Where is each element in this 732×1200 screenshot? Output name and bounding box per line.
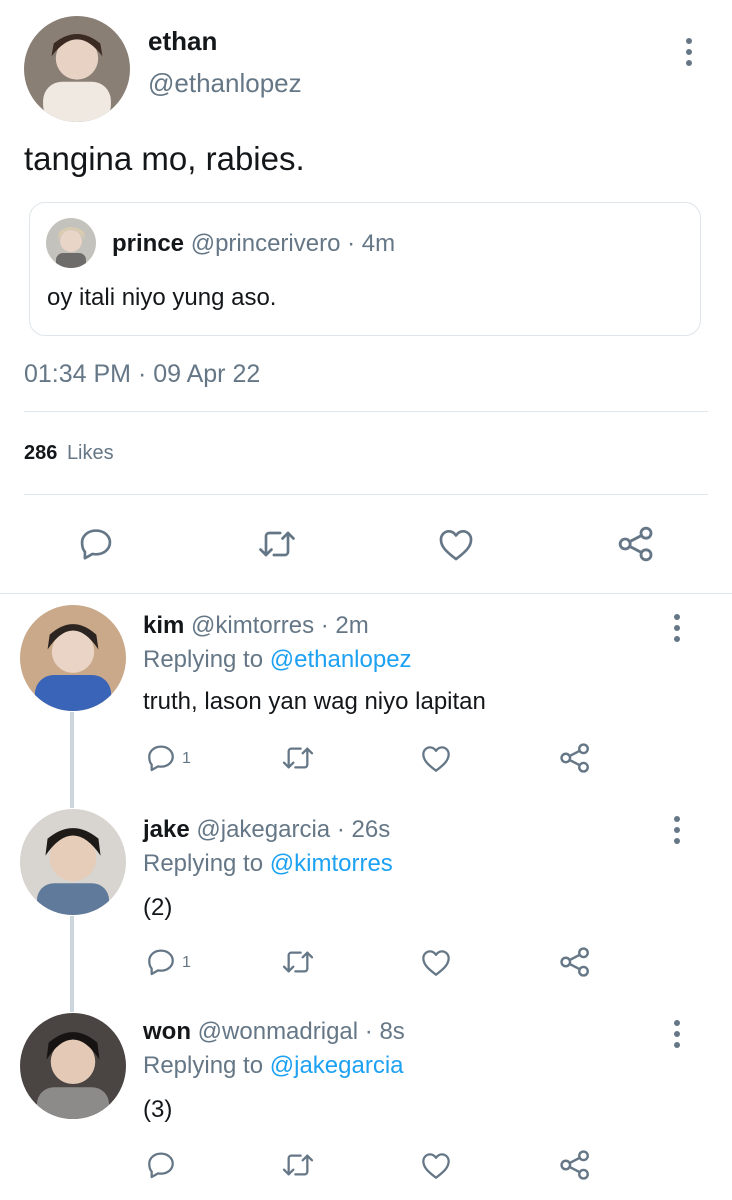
reply-avatar[interactable]	[20, 809, 126, 915]
reply-icon[interactable]	[145, 946, 177, 978]
author-handle[interactable]: @ethanlopez	[148, 68, 302, 99]
replying-to-link[interactable]: @jakegarcia	[270, 1052, 404, 1079]
reply-header: jake @jakegarcia · 26s	[143, 816, 390, 844]
more-options-icon[interactable]	[672, 614, 682, 642]
likes-count: 286	[24, 442, 58, 464]
replying-to-label: Replying to	[143, 1052, 264, 1079]
reply-header: won @wonmadrigal · 8s	[143, 1018, 405, 1046]
reply-author-name[interactable]: kim	[143, 612, 184, 639]
likes-stat[interactable]: 286 Likes	[24, 442, 114, 465]
retweet-icon[interactable]	[279, 946, 317, 978]
divider	[24, 494, 708, 495]
reply-avatar[interactable]	[20, 1013, 126, 1119]
quote-avatar	[46, 218, 96, 268]
reply-time: 8s	[379, 1018, 405, 1045]
reply-time: 26s	[351, 816, 391, 843]
reply-separator: ·	[336, 816, 345, 843]
reply-header: kim @kimtorres · 2m	[143, 612, 369, 640]
share-icon[interactable]	[558, 741, 592, 775]
share-icon[interactable]	[558, 1148, 592, 1182]
thread-line	[70, 916, 74, 1012]
reply-text: truth, lason yan wag niyo lapitan	[143, 688, 486, 715]
more-options-icon[interactable]	[672, 1020, 682, 1048]
quote-text: oy itali niyo yung aso.	[47, 284, 277, 311]
reply-avatar[interactable]	[20, 605, 126, 711]
reply-author-name[interactable]: won	[143, 1018, 191, 1045]
replying-to-label: Replying to	[143, 850, 264, 877]
quote-separator: ·	[347, 230, 356, 257]
more-options-icon[interactable]	[672, 816, 682, 844]
tweet-timestamp[interactable]: 01:34 PM · 09 Apr 22	[24, 360, 260, 389]
replying-to-label: Replying to	[143, 646, 264, 673]
replying-to-link[interactable]: @kimtorres	[270, 850, 393, 877]
more-options-icon[interactable]	[684, 38, 694, 66]
author-avatar[interactable]	[24, 16, 130, 122]
reply-count: 1	[182, 750, 191, 767]
share-icon[interactable]	[558, 945, 592, 979]
likes-label: Likes	[66, 442, 114, 464]
replying-to-link[interactable]: @ethanlopez	[270, 646, 412, 673]
retweet-icon[interactable]	[279, 1149, 317, 1181]
reply-separator: ·	[364, 1018, 373, 1045]
tweet-text: tangina mo, rabies.	[24, 140, 305, 177]
reply-text: (3)	[143, 1096, 173, 1123]
reply-author-handle[interactable]: @wonmadrigal	[198, 1018, 358, 1045]
retweet-icon[interactable]	[255, 525, 299, 563]
like-icon[interactable]	[437, 526, 475, 562]
reply-separator: ·	[320, 612, 329, 639]
share-icon[interactable]	[616, 524, 656, 564]
reply-author-name[interactable]: jake	[143, 816, 190, 843]
retweet-icon[interactable]	[279, 742, 317, 774]
quote-author-handle[interactable]: @princerivero	[191, 230, 341, 257]
like-icon[interactable]	[420, 1150, 452, 1180]
divider	[24, 411, 708, 412]
reply-author-handle[interactable]: @jakegarcia	[196, 816, 330, 843]
quoted-tweet[interactable]	[29, 202, 701, 336]
author-name[interactable]: ethan	[148, 26, 217, 57]
reply-time: 2m	[335, 612, 369, 639]
reply-icon[interactable]	[145, 1149, 177, 1181]
quote-time: 4m	[361, 230, 396, 257]
reply-icon[interactable]	[145, 742, 177, 774]
like-icon[interactable]	[420, 743, 452, 773]
divider	[0, 593, 732, 594]
reply-count: 1	[182, 954, 191, 971]
like-icon[interactable]	[420, 947, 452, 977]
thread-line	[70, 712, 74, 808]
quote-author-name[interactable]: prince	[112, 230, 184, 257]
reply-text: (2)	[143, 894, 173, 921]
reply-author-handle[interactable]: @kimtorres	[191, 612, 314, 639]
reply-icon[interactable]	[77, 525, 115, 563]
